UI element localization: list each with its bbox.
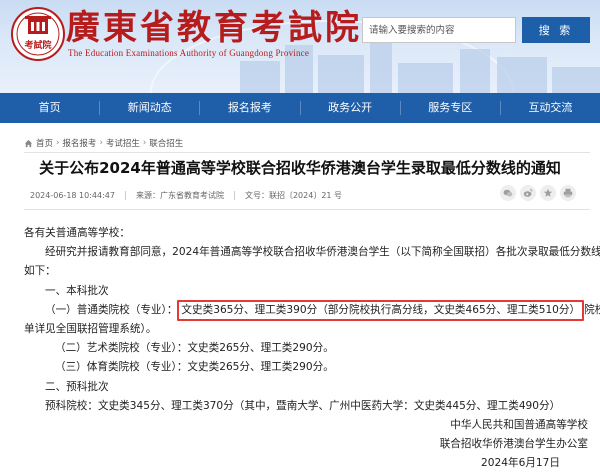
article-doc-number: 文号：联招〔2024〕21 号 [244,191,343,200]
item-general-schools: （一）普通类院校（专业）： 文史类365分、理工类390分（部分院校执行高分线，文… [24,299,600,321]
nav-item-interaction[interactable]: 互动交流 [501,93,600,123]
skyline-decor [552,67,600,93]
item-general-cont: 单详见全国联招管理系统）。 [24,323,157,336]
chevron-right-icon: › [142,138,147,148]
article-meta: 2024-06-18 10:44:47 来源：广东省教育考试院 文号：联招〔20… [30,190,352,201]
search-box: 搜 索 [362,17,590,43]
signature-org-1: 中华人民共和国普通高等学校 [450,419,588,432]
nav-item-home[interactable]: 首页 [0,93,99,123]
breadcrumb-exam-enrollment[interactable]: 考试招生 [106,137,140,149]
search-input[interactable] [362,17,516,43]
signature-org-2: 联合招收华侨港澳台学生办公室 [439,438,588,451]
nav-item-registration[interactable]: 报名报考 [200,93,299,123]
home-icon [24,139,33,147]
article-title: 关于公布2024年普通高等学校联合招收华侨港澳台学生录取最低分数线的通知 [39,159,561,177]
site-title: 廣東省教育考試院 [66,8,362,48]
logo-text: 考試院 [24,39,51,51]
site-header: 考試院 廣東省教育考試院 The Education Examinations … [0,0,600,93]
breadcrumb-registration[interactable]: 报名报考 [62,137,96,149]
intro-paragraph-cont: 如下： [24,265,56,278]
main-nav: 首页 新闻动态 报名报考 政务公开 服务专区 互动交流 [0,93,600,123]
section-heading-prep: 二、预科批次 [45,380,109,393]
item-general-prefix: （一）普通类院校（专业）： [45,303,178,316]
chevron-right-icon: › [56,138,60,148]
breadcrumb-home[interactable]: 首页 [36,137,53,149]
nav-item-news[interactable]: 新闻动态 [100,93,199,123]
site-subtitle: The Education Examinations Authority of … [68,48,310,58]
item-general-suffix: 院校名 [584,303,600,316]
share-print-icon[interactable] [560,185,576,201]
share-weibo-icon[interactable] [520,185,536,201]
search-button[interactable]: 搜 索 [522,17,590,43]
divider [24,152,590,153]
article-body: 各有关普通高等学校： 经研究并报请教育部同意，2024年普通高等学校联合招收华侨… [24,224,600,474]
nav-item-services[interactable]: 服务专区 [401,93,500,123]
share-qzone-icon[interactable] [540,185,556,201]
chevron-right-icon: › [99,138,103,148]
signature-date: 2024年6月17日 [481,457,560,470]
item-art-schools: （二）艺术类院校（专业）：文史类265分、理工类290分。 [55,342,334,355]
meta-divider [233,191,235,200]
share-wechat-icon[interactable] [500,185,516,201]
skyline-decor [497,57,547,93]
prep-schools-line: 预科院校：文史类345分、理工类370分（其中，暨南大学、广州中医药大学：文史类… [45,399,561,412]
breadcrumb: 首页 › 报名报考 › 考试招生 › 联合招生 [24,135,183,151]
article-date: 2024-06-18 10:44:47 [30,191,115,200]
divider [24,209,590,210]
meta-divider [124,191,126,200]
skyline-decor [240,61,280,93]
skyline-decor [370,35,392,93]
article-source: 来源：广东省教育考试院 [135,191,224,200]
share-bar [496,185,576,201]
breadcrumb-joint-enrollment[interactable]: 联合招生 [149,137,183,149]
site-logo-seal-icon[interactable]: 考試院 [10,6,66,62]
skyline-decor [318,55,364,93]
highlighted-score-line: 文史类365分、理工类390分（部分院校执行高分线，文史类465分、理工类510… [177,299,585,321]
salutation: 各有关普通高等学校： [24,227,130,239]
nav-item-government[interactable]: 政务公开 [301,93,400,123]
section-heading-undergrad: 一、本科批次 [45,284,109,297]
skyline-decor [460,49,490,93]
intro-paragraph: 经研究并报请教育部同意，2024年普通高等学校联合招收华侨港澳台学生（以下简称全… [45,246,600,259]
item-sports-schools: （三）体育类院校（专业）：文史类265分、理工类290分。 [55,361,334,374]
skyline-decor [398,63,453,93]
